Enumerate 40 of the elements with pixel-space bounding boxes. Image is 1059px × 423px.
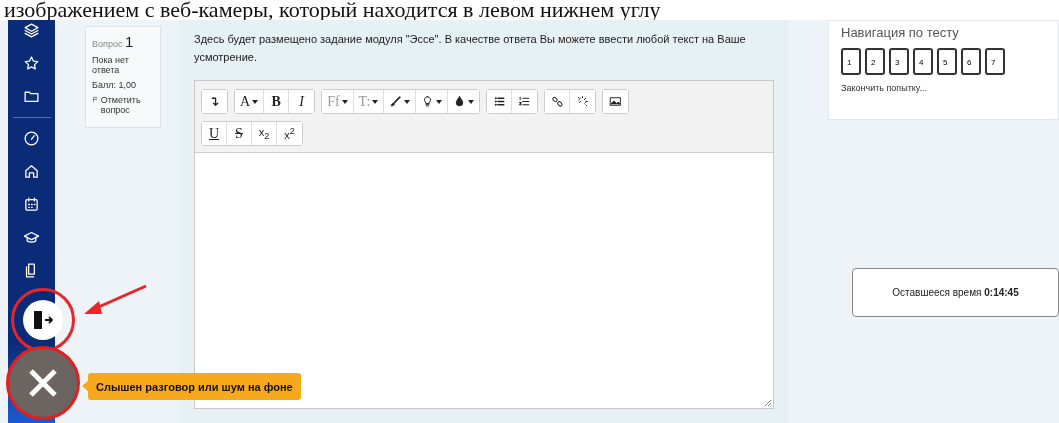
image-icon (609, 95, 623, 108)
bullet-list-icon (492, 95, 506, 108)
format-button[interactable]: U (202, 122, 227, 145)
paintbrush-icon (389, 95, 403, 108)
flag-icon (92, 95, 99, 104)
question-nav-button[interactable]: 4 (913, 48, 933, 75)
exit-door-icon (31, 309, 55, 331)
question-nav-button[interactable]: 3 (889, 48, 909, 75)
annotation-arrow (82, 284, 148, 316)
unlink-icon (576, 95, 590, 108)
warning-tooltip: Слышен разговор или шум на фоне (88, 373, 301, 400)
link-icon (550, 95, 564, 108)
question-nav-button[interactable]: 2 (865, 48, 885, 75)
graduation-cap-icon (23, 229, 40, 246)
time-remaining: Оставшееся время 0:14:45 (892, 287, 1019, 298)
question-nav-button[interactable]: 6 (961, 48, 981, 75)
layers-icon (23, 22, 40, 39)
question-nav-button[interactable]: 1 (841, 48, 861, 75)
toolbar-button[interactable] (487, 90, 513, 113)
numbered-list-icon (518, 95, 532, 108)
finish-attempt-link[interactable]: Закончить попытку... (841, 83, 1046, 93)
toolbar-button[interactable] (545, 90, 571, 113)
star-icon (23, 55, 40, 72)
calendar-icon (23, 196, 40, 213)
question-label: Вопрос (92, 39, 123, 49)
answer-status: Пока нет ответа (92, 55, 130, 75)
question-nav-button[interactable]: 5 (937, 48, 957, 75)
question-text: Здесь будет размещено задание модуля "Эссе". В качестве ответа Вы можете ввести любой текст на Ваше усмотрение. (194, 32, 747, 65)
toolbar-button[interactable] (603, 90, 629, 113)
question-number: 1 (124, 33, 134, 50)
grade-text: Балл: 1,00 (92, 80, 137, 90)
format-button[interactable]: A (235, 90, 265, 113)
resize-grip-icon[interactable] (764, 399, 772, 407)
flag-question-link[interactable]: Отметить вопрос (100, 95, 154, 115)
gauge-icon (23, 130, 40, 147)
close-icon[interactable] (28, 368, 58, 398)
home-icon (23, 163, 40, 180)
question-nav-button[interactable]: 7 (985, 48, 1005, 75)
panel-title: Навигация по тесту (841, 25, 960, 40)
toolbar-button[interactable] (202, 90, 227, 113)
